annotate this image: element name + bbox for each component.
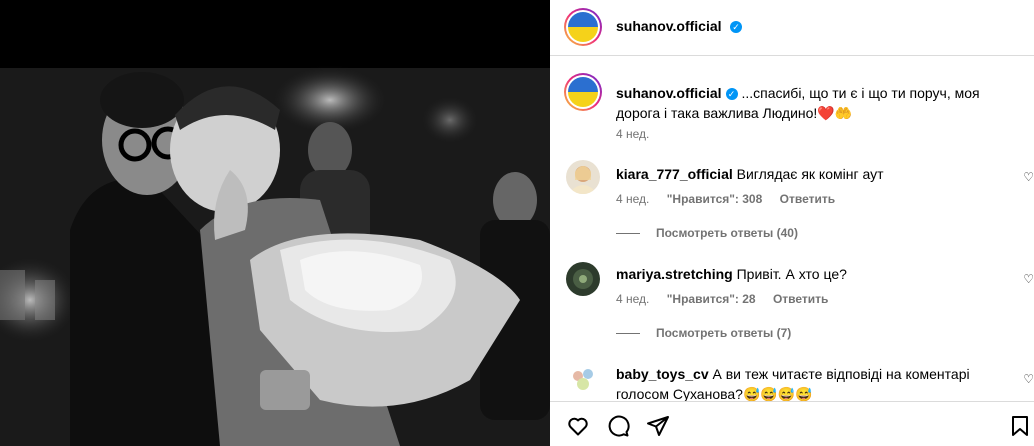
post-actions xyxy=(550,401,1034,446)
comment-item: baby_toys_cv А ви теж читаєте відповіді … xyxy=(566,362,1034,402)
post-modal: suhanov.official ✓ suhanov.official ✓ ...… xyxy=(0,0,1034,446)
author-username[interactable]: suhanov.official xyxy=(616,18,722,34)
verified-badge-icon: ✓ xyxy=(730,21,742,33)
comment-time[interactable]: 4 нед. xyxy=(616,292,649,306)
divider-line xyxy=(616,333,640,335)
bookmark-icon[interactable] xyxy=(1008,414,1032,438)
divider-line xyxy=(616,233,640,235)
comment-item: kiara_777_official Виглядає як комінг ау… xyxy=(566,160,1034,250)
caption-time[interactable]: 4 нед. xyxy=(616,127,649,141)
post-image xyxy=(0,0,550,446)
view-replies-label: Посмотреть ответы (7) xyxy=(656,326,792,340)
comment-text: Привіт. А хто це? xyxy=(736,266,847,282)
reply-button[interactable]: Ответить xyxy=(773,292,828,306)
commenter-avatar[interactable] xyxy=(566,362,600,396)
comment-username[interactable]: mariya.stretching xyxy=(616,266,733,282)
commenter-avatar[interactable] xyxy=(566,262,600,296)
author-avatar[interactable] xyxy=(564,8,602,46)
heart-icon[interactable]: ♡ xyxy=(1023,272,1034,286)
reply-button[interactable]: Ответить xyxy=(780,192,835,206)
comment-meta: 4 нед. "Нравится": 308 Ответить xyxy=(616,192,849,206)
share-icon[interactable] xyxy=(646,414,670,438)
caption-username[interactable]: suhanov.official xyxy=(616,85,722,101)
comment-username[interactable]: kiara_777_official xyxy=(616,166,733,182)
view-replies-label: Посмотреть ответы (40) xyxy=(656,226,798,240)
comment-time[interactable]: 4 нед. xyxy=(616,192,649,206)
ukraine-flag-icon xyxy=(568,77,598,107)
verified-badge-icon: ✓ xyxy=(725,88,738,100)
caption: suhanov.official ✓ ...спасибі, що ти є і … xyxy=(616,83,1016,123)
heart-icon[interactable]: ♡ xyxy=(1023,170,1034,184)
comment-body: mariya.stretching Привіт. А хто це? xyxy=(616,264,1016,284)
comment-item: mariya.stretching Привіт. А хто це? 4 не… xyxy=(566,262,1034,352)
heart-icon[interactable]: ♡ xyxy=(1023,372,1034,386)
view-replies[interactable]: Посмотреть ответы (40) xyxy=(616,226,798,240)
ukraine-flag-icon xyxy=(568,12,598,42)
comment-likes[interactable]: "Нравится": 308 xyxy=(667,192,763,206)
view-replies[interactable]: Посмотреть ответы (7) xyxy=(616,326,791,340)
heart-icon[interactable] xyxy=(566,414,590,438)
comment-likes[interactable]: "Нравится": 28 xyxy=(667,292,756,306)
post-side-panel: suhanov.official ✓ suhanov.official ✓ ...… xyxy=(550,0,1034,446)
post-header: suhanov.official ✓ xyxy=(550,0,1034,56)
comment-meta: 4 нед. "Нравится": 28 Ответить xyxy=(616,292,842,306)
caption-avatar[interactable] xyxy=(564,73,602,111)
post-photo[interactable] xyxy=(0,0,550,446)
comment-text: Виглядає як комінг аут xyxy=(736,166,884,182)
commenter-avatar[interactable] xyxy=(566,160,600,194)
comment-username[interactable]: baby_toys_cv xyxy=(616,366,709,382)
comment-body: kiara_777_official Виглядає як комінг ау… xyxy=(616,164,1016,184)
comment-icon[interactable] xyxy=(606,414,630,438)
comment-body: baby_toys_cv А ви теж читаєте відповіді … xyxy=(616,364,1016,404)
